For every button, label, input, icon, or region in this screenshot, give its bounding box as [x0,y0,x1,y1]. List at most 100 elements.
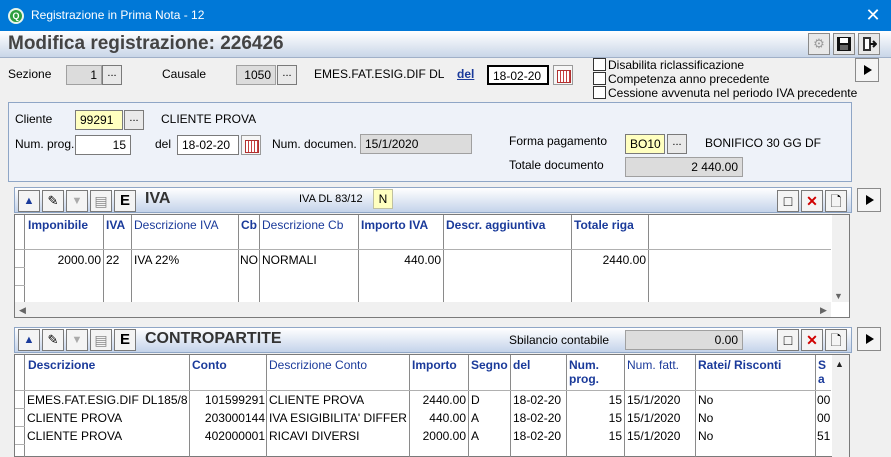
cp-cell-descrizione-conto[interactable]: CLIENTE PROVA [269,392,408,408]
cp-col-numfatt[interactable]: Num. fatt. [627,358,679,372]
competenza-checkbox[interactable] [593,72,606,85]
iva-cell-importo[interactable]: 440.00 [360,252,441,268]
cp-col-del[interactable]: del [513,358,530,372]
grid-layout-icon[interactable]: ▤ [90,329,112,351]
scroll-left-icon[interactable]: ◀ [19,302,26,318]
numprog-field[interactable]: 15 [75,135,131,155]
cp-cell-sa[interactable]: 00 [817,392,830,408]
excel-export-icon[interactable]: E [114,329,136,351]
cliente-lookup-button[interactable]: ... [124,110,144,130]
pagamento-lookup-button[interactable]: ... [667,134,687,154]
cp-cell-descrizione-conto[interactable]: RICAVI DIVERSI [269,428,408,444]
iva-cell-descrizione[interactable]: IVA 22% [134,252,179,268]
iva-col-importo[interactable]: Importo IVA [361,218,428,232]
window-icon[interactable]: □ [777,329,799,351]
numprog-date-input[interactable]: 18-02-20 [177,135,239,155]
window-icon[interactable]: □ [777,190,799,212]
cp-cell-ratei[interactable]: No [698,410,713,426]
causale-date-input[interactable]: 18-02-20 [487,65,549,85]
cp-cell-segno[interactable]: A [471,410,479,426]
delete-row-icon[interactable]: ✕ [801,190,823,212]
cp-cell-conto[interactable]: 402000001 [190,428,265,444]
cp-cell-segno[interactable]: A [471,428,479,444]
sezione-field[interactable]: 1 [66,65,102,85]
cp-col-importo[interactable]: Importo [412,358,457,372]
cp-col-numprog[interactable]: Num. prog. [569,358,619,386]
new-row-icon[interactable]: 🗋 [825,329,847,351]
edit-columns-icon[interactable]: ✎ [42,190,64,212]
iva-col-cb[interactable]: Cb [241,218,257,232]
edit-columns-icon[interactable]: ✎ [42,329,64,351]
cp-cell-descrizione-conto[interactable]: IVA ESIGIBILITA' DIFFERITA [269,410,408,426]
cp-col-conto[interactable]: Conto [192,358,227,372]
iva-cell-iva[interactable]: 22 [106,252,119,268]
contropartite-expand-arrow-icon[interactable] [857,327,881,351]
exit-icon[interactable] [858,33,880,55]
calendar-icon[interactable] [553,65,573,85]
cp-cell-del[interactable]: 18-02-20 [513,410,561,426]
cp-cell-importo[interactable]: 2440.00 [410,392,466,408]
cp-cell-del[interactable]: 18-02-20 [513,428,561,444]
gear-icon[interactable]: ⚙ [808,33,830,55]
numdoc-field[interactable]: 15/1/2020 [360,134,472,154]
cp-col-ratei[interactable]: Ratei/ Risconti [698,358,781,372]
cp-cell-sa[interactable]: 00 [817,410,830,426]
iva-col-descrizione-cb[interactable]: Descrizione Cb [262,218,343,232]
iva-cell-cb[interactable]: NO [240,252,258,268]
scroll-down-icon[interactable]: ▼ [834,288,843,304]
cp-cell-ratei[interactable]: No [698,392,713,408]
cp-cell-del[interactable]: 18-02-20 [513,392,561,408]
calendar-icon[interactable] [241,135,261,155]
iva-col-totale[interactable]: Totale riga [574,218,634,232]
close-button[interactable]: ✕ [860,4,886,26]
iva-cell-totale[interactable]: 2440.00 [573,252,646,268]
iva-col-aggiuntiva[interactable]: Descr. aggiuntiva [446,218,545,232]
sezione-lookup-button[interactable]: ... [102,65,122,85]
cp-cell-numprog[interactable]: 15 [567,428,622,444]
cp-cell-ratei[interactable]: No [698,428,713,444]
save-icon[interactable] [833,33,855,55]
collapse-up-icon[interactable]: ▲ [18,329,40,351]
cp-cell-numfatt[interactable]: 15/1/2020 [627,428,680,444]
iva-horizontal-scrollbar[interactable] [15,302,831,317]
cp-cell-importo[interactable]: 2000.00 [410,428,466,444]
cp-cell-segno[interactable]: D [471,392,480,408]
sbilancio-field[interactable]: 0.00 [625,330,743,350]
totale-field[interactable]: 2 440.00 [625,157,743,177]
cp-cell-descrizione[interactable]: EMES.FAT.ESIG.DIF DL185/8 [27,392,188,408]
cp-cell-numprog[interactable]: 15 [567,410,622,426]
cp-cell-numfatt[interactable]: 15/1/2020 [627,392,680,408]
iva-expand-arrow-icon[interactable] [857,188,881,212]
scroll-right-icon[interactable]: ▶ [820,302,827,318]
delete-row-icon[interactable]: ✕ [801,329,823,351]
cp-cell-descrizione[interactable]: CLIENTE PROVA [27,410,188,426]
cliente-field[interactable]: 99291 [75,110,123,130]
cp-col-sa[interactable]: Sa co [818,358,831,386]
cp-cell-importo[interactable]: 440.00 [410,410,466,426]
cp-col-segno[interactable]: Segno [471,358,508,372]
cessione-checkbox[interactable] [593,86,606,99]
iva-dl-field[interactable]: N [373,189,393,209]
cp-cell-conto[interactable]: 203000144 [190,410,265,426]
pagamento-field[interactable]: BO10 [625,134,665,154]
iva-col-iva[interactable]: IVA [106,218,125,232]
iva-cell-descrizione-cb[interactable]: NORMALI [262,252,317,268]
collapse-up-icon[interactable]: ▲ [18,190,40,212]
excel-export-icon[interactable]: E [114,190,136,212]
causale-field[interactable]: 1050 [236,65,276,85]
expand-arrow-icon[interactable] [855,58,879,82]
new-row-icon[interactable]: 🗋 [825,190,847,212]
iva-col-imponibile[interactable]: Imponibile [28,218,88,232]
cp-cell-sa[interactable]: 51 [817,428,830,444]
cp-cell-numfatt[interactable]: 15/1/2020 [627,410,680,426]
filter-icon[interactable]: ▼ [66,329,88,351]
cp-cell-numprog[interactable]: 15 [567,392,622,408]
cp-col-descrizione-conto[interactable]: Descrizione Conto [269,358,367,372]
cp-cell-descrizione[interactable]: CLIENTE PROVA [27,428,188,444]
iva-col-descrizione[interactable]: Descrizione IVA [134,218,218,232]
scroll-up-icon[interactable]: ▲ [835,356,844,372]
cp-cell-conto[interactable]: 101599291 [190,392,265,408]
grid-layout-icon[interactable]: ▤ [90,190,112,212]
disabilita-checkbox[interactable] [593,58,606,71]
cp-col-descrizione[interactable]: Descrizione [28,358,95,372]
